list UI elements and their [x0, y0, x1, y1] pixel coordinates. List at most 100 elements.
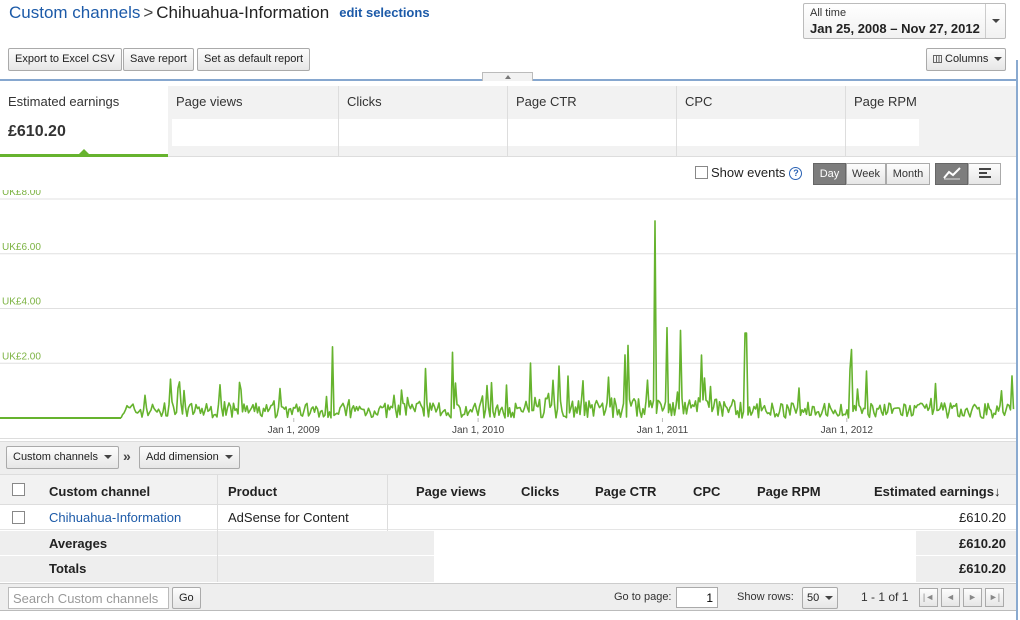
y-tick-label: UK£6.00	[2, 242, 41, 253]
line-chart-icon	[942, 167, 961, 180]
columns-label: Columns	[945, 53, 989, 65]
granularity-week-button[interactable]: Week	[846, 163, 886, 185]
column-header-page-rpm[interactable]: Page RPM	[757, 484, 821, 499]
metric-label: CPC	[685, 94, 713, 109]
granularity-day-button[interactable]: Day	[813, 163, 846, 185]
earnings-cell: £610.20	[959, 510, 1006, 525]
metric-label: Page views	[176, 94, 243, 109]
add-dimension-label: Add dimension	[146, 451, 219, 463]
column-header-custom-channel[interactable]: Custom channel	[49, 484, 150, 499]
breadcrumb: Custom channels > Chihuahua-Information edi…	[9, 3, 430, 23]
averages-label: Averages	[49, 536, 108, 551]
metric-value: £610.20	[8, 123, 66, 140]
dimension-separator: »	[123, 448, 131, 464]
column-header-estimated-earnings[interactable]: Estimated earnings↓	[874, 484, 1000, 499]
earnings-chart: UK£2.00 UK£4.00 UK£6.00 UK£8.00 Jan 1, 2009 J…	[0, 190, 1016, 436]
column-header-product[interactable]: Product	[228, 484, 277, 499]
previous-page-button[interactable]: ◄	[941, 588, 960, 607]
x-tick-label: Jan 1, 2010	[452, 425, 505, 436]
y-tick-label: UK£8.00	[2, 190, 41, 198]
set-default-report-button[interactable]: Set as default report	[197, 48, 311, 71]
dimension-label: Custom channels	[13, 451, 98, 463]
sort-descending-icon: ↓	[993, 484, 1001, 499]
granularity-month-button[interactable]: Month	[886, 163, 930, 185]
next-page-button[interactable]: ►	[963, 588, 982, 607]
column-header-page-views[interactable]: Page views	[416, 484, 486, 499]
tab-page-rpm[interactable]: Page RPM	[846, 86, 1016, 156]
chevron-down-icon	[224, 455, 233, 460]
tab-clicks[interactable]: Clicks	[339, 86, 508, 156]
chevron-down-icon	[994, 57, 1003, 62]
date-range-value: Jan 25, 2008 – Nov 27, 2012	[810, 21, 980, 36]
breadcrumb-separator: >	[143, 3, 154, 22]
export-csv-button[interactable]: Export to Excel CSV	[8, 48, 122, 71]
search-input[interactable]	[8, 587, 169, 609]
metric-label: Page RPM	[854, 94, 917, 109]
column-header-clicks[interactable]: Clicks	[521, 484, 559, 499]
y-tick-label: UK£4.00	[2, 297, 41, 308]
dimension-dropdown[interactable]: Custom channels	[6, 446, 119, 469]
tab-estimated-earnings[interactable]: Estimated earnings £610.20	[0, 86, 168, 157]
first-page-button[interactable]: |◄	[919, 588, 938, 607]
earnings-series-line	[120, 220, 1015, 419]
help-icon[interactable]: ?	[789, 167, 803, 180]
rows-per-page-value: 50	[807, 592, 820, 604]
y-tick-label: UK£2.00	[2, 351, 41, 362]
chevron-up-icon	[505, 75, 511, 79]
x-tick-label: Jan 1, 2011	[637, 425, 689, 436]
breadcrumb-custom-channels[interactable]: Custom channels	[9, 3, 140, 22]
collapse-toggle[interactable]	[482, 72, 533, 81]
column-header-page-ctr[interactable]: Page CTR	[595, 484, 656, 499]
active-tab-pointer	[78, 149, 90, 155]
date-range-picker[interactable]: All time Jan 25, 2008 – Nov 27, 2012	[803, 3, 1006, 39]
averages-row: Averages £610.20	[0, 531, 1016, 556]
metric-label: Clicks	[347, 94, 382, 109]
metric-tabs: Estimated earnings £610.20 Page views Cl…	[0, 86, 1016, 157]
date-range-dropdown[interactable]	[985, 4, 1005, 38]
select-all-checkbox[interactable]	[12, 483, 25, 496]
columns-icon	[933, 55, 942, 63]
table-view-button[interactable]	[968, 163, 1001, 185]
chart-divider	[0, 438, 1016, 439]
page-title: Chihuahua-Information	[156, 3, 330, 22]
column-header-cpc[interactable]: CPC	[693, 484, 720, 499]
show-events-label: Show events	[711, 165, 786, 180]
column-header-label: Estimated earnings	[874, 484, 994, 499]
show-events-checkbox[interactable]	[695, 166, 708, 179]
list-view-icon	[978, 168, 991, 178]
window-edge	[1016, 60, 1018, 620]
tab-cpc[interactable]: CPC	[677, 86, 846, 156]
row-checkbox[interactable]	[12, 511, 25, 524]
chevron-down-icon	[104, 455, 112, 460]
table-footer: Go Go to page: Show rows: 50 1 - 1 of 1 …	[0, 583, 1016, 611]
metric-label: Page CTR	[516, 94, 577, 109]
column-divider	[387, 475, 388, 531]
custom-channel-link[interactable]: Chihuahua-Information	[49, 510, 181, 525]
totals-label: Totals	[49, 561, 87, 576]
rows-per-page-select[interactable]: 50	[802, 587, 839, 609]
line-chart-view-button[interactable]	[935, 163, 968, 185]
add-dimension-dropdown[interactable]: Add dimension	[139, 446, 240, 469]
go-search-button[interactable]: Go	[172, 587, 201, 609]
save-report-button[interactable]: Save report	[123, 48, 194, 71]
date-range-label: All time	[810, 7, 847, 19]
x-tick-label: Jan 1, 2009	[268, 425, 321, 436]
go-to-page-label: Go to page:	[614, 591, 672, 603]
averages-earnings: £610.20	[959, 536, 1006, 551]
table-row: Chihuahua-Information AdSense for Conten…	[0, 505, 1016, 530]
product-cell: AdSense for Content	[228, 510, 349, 525]
columns-button[interactable]: Columns	[926, 48, 1006, 71]
totals-earnings: £610.20	[959, 561, 1006, 576]
tab-page-ctr[interactable]: Page CTR	[508, 86, 677, 156]
table-header: Custom channel Product Page views Clicks…	[0, 475, 1016, 505]
last-page-button[interactable]: ►|	[985, 588, 1004, 607]
show-events-toggle[interactable]: Show events?	[695, 165, 803, 180]
tab-page-views[interactable]: Page views	[168, 86, 339, 156]
page-number-input[interactable]	[676, 587, 718, 608]
edit-selections-link[interactable]: edit selections	[339, 5, 429, 20]
column-divider	[217, 475, 218, 582]
chevron-down-icon	[992, 19, 1000, 23]
pagination-range: 1 - 1 of 1	[861, 590, 909, 604]
show-rows-label: Show rows:	[737, 591, 794, 603]
chevron-down-icon	[825, 596, 834, 601]
